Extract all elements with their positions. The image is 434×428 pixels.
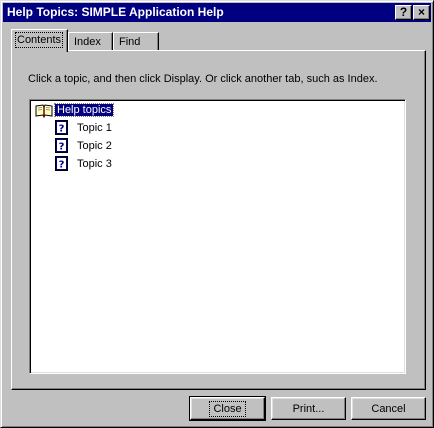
tree-item-label: Topic 1 [77,122,112,134]
cancel-button[interactable]: Cancel [351,397,426,420]
tab-find-label: Find [119,36,141,48]
tree-item-label: Topic 3 [77,158,112,170]
svg-text:?: ? [59,124,65,135]
contents-panel: Click a topic, and then click Display. O… [11,50,426,390]
help-button[interactable]: ? [395,5,412,20]
svg-text:?: ? [59,160,65,171]
svg-text:?: ? [59,142,65,153]
tree-item-label: Topic 2 [77,140,112,152]
tab-find[interactable]: Find [113,32,159,51]
help-page-icon: ? [55,138,68,153]
tab-index-label: Index [74,36,101,48]
help-page-icon: ? [55,156,68,171]
question-mark-icon: ? [399,5,408,19]
tab-index[interactable]: Index [68,32,113,51]
tab-contents-label: Contents [14,32,64,48]
open-book-icon [35,104,53,118]
title-bar[interactable]: Help Topics: SIMPLE Application Help ? × [3,3,431,22]
print-button[interactable]: Print... [271,397,346,420]
print-button-label: Print... [292,402,325,415]
tree-root-label: Help topics [53,103,115,117]
close-button-label: Close [209,400,246,417]
topics-tree[interactable]: Help topics ? Topic 1 ? Topic 2 ? Topic … [29,99,406,374]
help-topics-dialog: Help Topics: SIMPLE Application Help ? ×… [0,0,434,428]
cancel-button-label: Cancel [371,402,406,415]
close-icon: × [417,5,425,19]
window-title: Help Topics: SIMPLE Application Help [7,5,224,19]
help-page-icon: ? [55,120,68,135]
close-window-button[interactable]: × [413,5,430,20]
instruction-text: Click a topic, and then click Display. O… [28,73,378,85]
close-button[interactable]: Close [189,396,266,421]
tab-contents[interactable]: Contents [11,29,68,52]
